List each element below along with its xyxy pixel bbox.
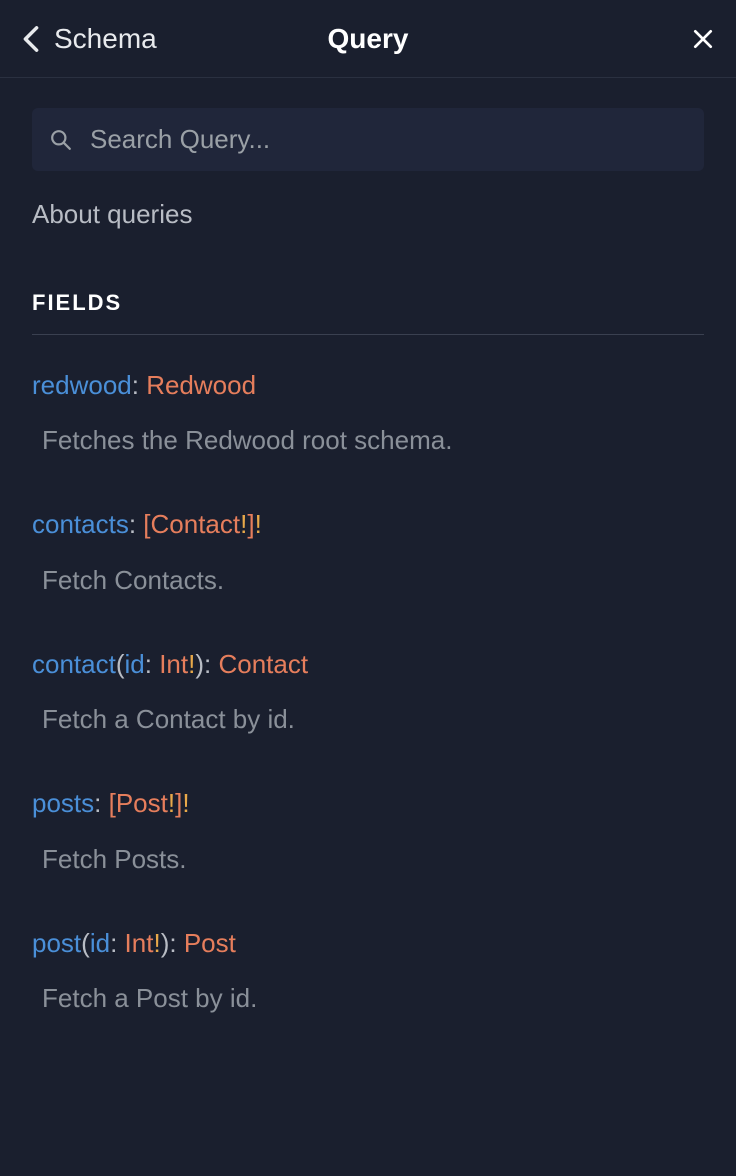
search-box[interactable] (32, 108, 704, 171)
list-open-bracket: [ (143, 509, 150, 539)
field-item: post(id: Int!): Post Fetch a Post by id. (32, 925, 704, 1014)
close-icon (692, 28, 714, 50)
arg-name-link[interactable]: id (90, 928, 110, 958)
arg-colon: : (110, 928, 124, 958)
field-description: Fetch a Post by id. (32, 983, 704, 1014)
return-type-link[interactable]: Post (116, 788, 168, 818)
field-name-link[interactable]: contacts (32, 509, 129, 539)
field-description: Fetch Posts. (32, 844, 704, 875)
close-button[interactable] (692, 28, 714, 50)
field-item: contact(id: Int!): Contact Fetch a Contac… (32, 646, 704, 735)
sig-colon: : (94, 788, 108, 818)
sig-colon: : (129, 509, 143, 539)
field-name-link[interactable]: posts (32, 788, 94, 818)
list-open-bracket: [ (109, 788, 116, 818)
arg-nonnull-bang: ! (153, 928, 160, 958)
field-description: Fetch Contacts. (32, 565, 704, 596)
content: About queries FIELDS redwood: Redwood Fet… (0, 78, 736, 1094)
page-title: Query (328, 23, 409, 55)
args-open-paren: ( (81, 928, 90, 958)
arg-type-link[interactable]: Int (159, 649, 188, 679)
field-signature: post(id: Int!): Post (32, 925, 704, 961)
outer-nonnull-bang: ! (255, 509, 262, 539)
about-queries-link[interactable]: About queries (32, 199, 704, 230)
search-input[interactable] (90, 124, 686, 155)
return-type-link[interactable]: Redwood (146, 370, 256, 400)
field-item: contacts: [Contact!]! Fetch Contacts. (32, 506, 704, 595)
field-signature: contacts: [Contact!]! (32, 506, 704, 542)
header: Schema Query (0, 0, 736, 78)
field-name-link[interactable]: redwood (32, 370, 132, 400)
sig-colon: : (204, 649, 218, 679)
sig-colon: : (132, 370, 146, 400)
field-item: redwood: Redwood Fetches the Redwood root… (32, 367, 704, 456)
return-type-link[interactable]: Post (184, 928, 236, 958)
return-type-link[interactable]: Contact (218, 649, 308, 679)
arg-colon: : (145, 649, 159, 679)
field-signature: posts: [Post!]! (32, 785, 704, 821)
field-signature: contact(id: Int!): Contact (32, 646, 704, 682)
args-close-paren: ) (195, 649, 204, 679)
chevron-left-icon (22, 25, 40, 53)
arg-type-link[interactable]: Int (125, 928, 154, 958)
back-label: Schema (54, 23, 157, 55)
field-description: Fetch a Contact by id. (32, 704, 704, 735)
divider (32, 334, 704, 335)
search-icon (50, 129, 72, 151)
field-item: posts: [Post!]! Fetch Posts. (32, 785, 704, 874)
field-description: Fetches the Redwood root schema. (32, 425, 704, 456)
field-name-link[interactable]: contact (32, 649, 116, 679)
return-type-link[interactable]: Contact (151, 509, 241, 539)
args-open-paren: ( (116, 649, 125, 679)
fields-list: redwood: Redwood Fetches the Redwood root… (32, 367, 704, 1014)
field-signature: redwood: Redwood (32, 367, 704, 403)
back-button[interactable]: Schema (22, 23, 157, 55)
fields-heading: FIELDS (32, 290, 704, 316)
arg-name-link[interactable]: id (125, 649, 145, 679)
sig-colon: : (169, 928, 183, 958)
outer-nonnull-bang: ! (182, 788, 189, 818)
field-name-link[interactable]: post (32, 928, 81, 958)
list-close-bracket: ] (247, 509, 254, 539)
